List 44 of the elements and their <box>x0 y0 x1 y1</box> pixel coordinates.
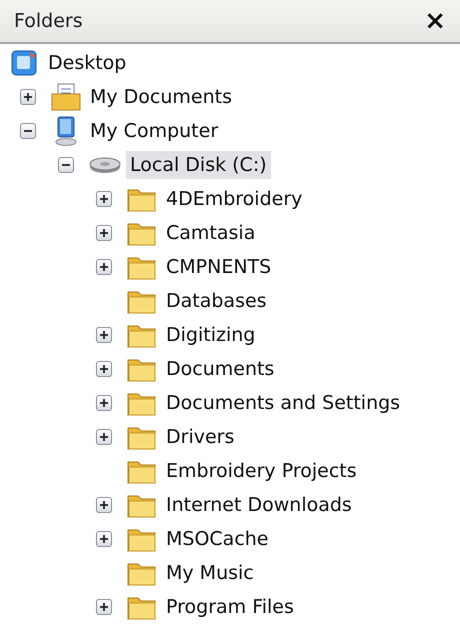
expand-toggle[interactable] <box>96 531 112 547</box>
expand-toggle[interactable] <box>96 599 112 615</box>
plus-icon <box>99 330 109 340</box>
plus-icon <box>99 398 109 408</box>
expand-toggle[interactable] <box>96 395 112 411</box>
tree-item[interactable]: CMPNENTS <box>162 253 276 281</box>
tree-item[interactable]: Digitizing <box>162 321 260 349</box>
plus-icon <box>99 262 109 272</box>
tree-item[interactable]: Local Disk (C:) <box>126 151 271 179</box>
tree-item[interactable]: Internet Downloads <box>162 491 356 519</box>
tree-item[interactable]: MSOCache <box>162 525 272 553</box>
tree-item[interactable]: My Music <box>162 559 258 587</box>
expand-toggle[interactable] <box>96 361 112 377</box>
plus-icon <box>99 602 109 612</box>
expand-toggle[interactable] <box>96 497 112 513</box>
expand-toggle[interactable] <box>58 157 74 173</box>
tree-item[interactable]: Drivers <box>162 423 238 451</box>
expand-toggle[interactable] <box>96 429 112 445</box>
plus-icon <box>99 228 109 238</box>
plus-icon <box>99 534 109 544</box>
tree-item[interactable]: My Documents <box>86 83 236 111</box>
close-button[interactable]: × <box>420 8 450 34</box>
expand-toggle[interactable] <box>20 123 36 139</box>
expand-toggle[interactable] <box>96 191 112 207</box>
plus-icon <box>99 194 109 204</box>
plus-icon <box>99 364 109 374</box>
expand-toggle[interactable] <box>96 327 112 343</box>
tree-item[interactable]: Databases <box>162 287 271 315</box>
tree-item[interactable]: My Computer <box>86 117 222 145</box>
tree-item[interactable]: Documents <box>162 355 278 383</box>
plus-icon <box>23 92 33 102</box>
tree-item[interactable]: Camtasia <box>162 219 260 247</box>
expand-toggle[interactable] <box>96 225 112 241</box>
document-folder-icon <box>50 82 82 112</box>
tree-item[interactable]: Embroidery Projects <box>162 457 361 485</box>
expand-toggle[interactable] <box>96 259 112 275</box>
plus-icon <box>99 500 109 510</box>
tree-item[interactable]: Documents and Settings <box>162 389 404 417</box>
plus-icon <box>99 432 109 442</box>
tree-item[interactable]: Desktop <box>44 49 130 77</box>
panel-title: Folders <box>14 10 83 32</box>
expand-toggle[interactable] <box>20 89 36 105</box>
tree-item[interactable]: 4DEmbroidery <box>162 185 306 213</box>
tree-item[interactable]: Program Files <box>162 593 298 621</box>
